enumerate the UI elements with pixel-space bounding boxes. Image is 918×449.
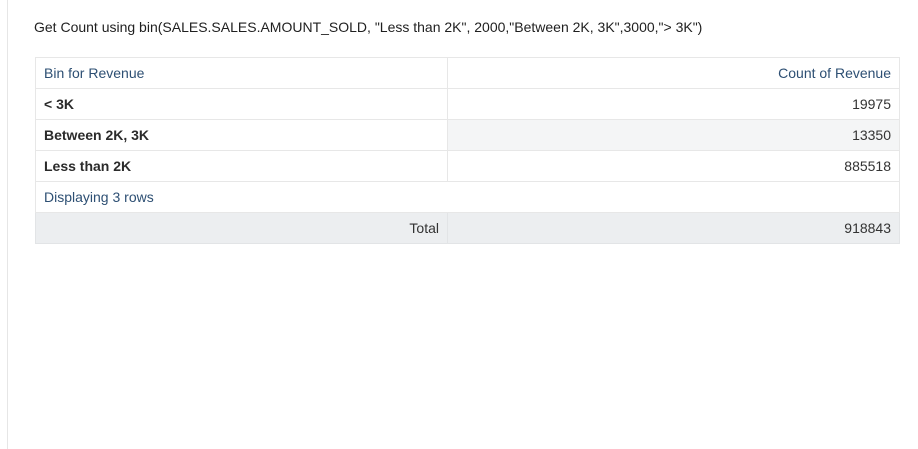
row-count-text: Displaying 3 rows: [35, 181, 900, 213]
row-label-bin[interactable]: Less than 2K: [35, 150, 448, 182]
report-panel: Get Count using bin(SALES.SALES.AMOUNT_S…: [7, 0, 918, 449]
table-footer-row: Displaying 3 rows: [35, 181, 900, 213]
row-label-bin[interactable]: < 3K: [35, 88, 448, 120]
total-value: 918843: [447, 212, 900, 244]
table-row: < 3K 19975: [35, 88, 900, 120]
report-title: Get Count using bin(SALES.SALES.AMOUNT_S…: [34, 19, 703, 35]
row-value-count: 13350: [447, 119, 900, 151]
row-label-bin[interactable]: Between 2K, 3K: [35, 119, 448, 151]
total-label: Total: [35, 212, 448, 244]
total-row: Total 918843: [35, 212, 900, 244]
column-header-count[interactable]: Count of Revenue: [447, 57, 900, 89]
pivot-table: Bin for Revenue Count of Revenue < 3K 19…: [35, 57, 900, 244]
row-value-count: 885518: [447, 150, 900, 182]
row-value-count: 19975: [447, 88, 900, 120]
table-row: Less than 2K 885518: [35, 150, 900, 182]
column-header-bin[interactable]: Bin for Revenue: [35, 57, 448, 89]
table-header-row: Bin for Revenue Count of Revenue: [35, 57, 900, 89]
table-row: Between 2K, 3K 13350: [35, 119, 900, 151]
